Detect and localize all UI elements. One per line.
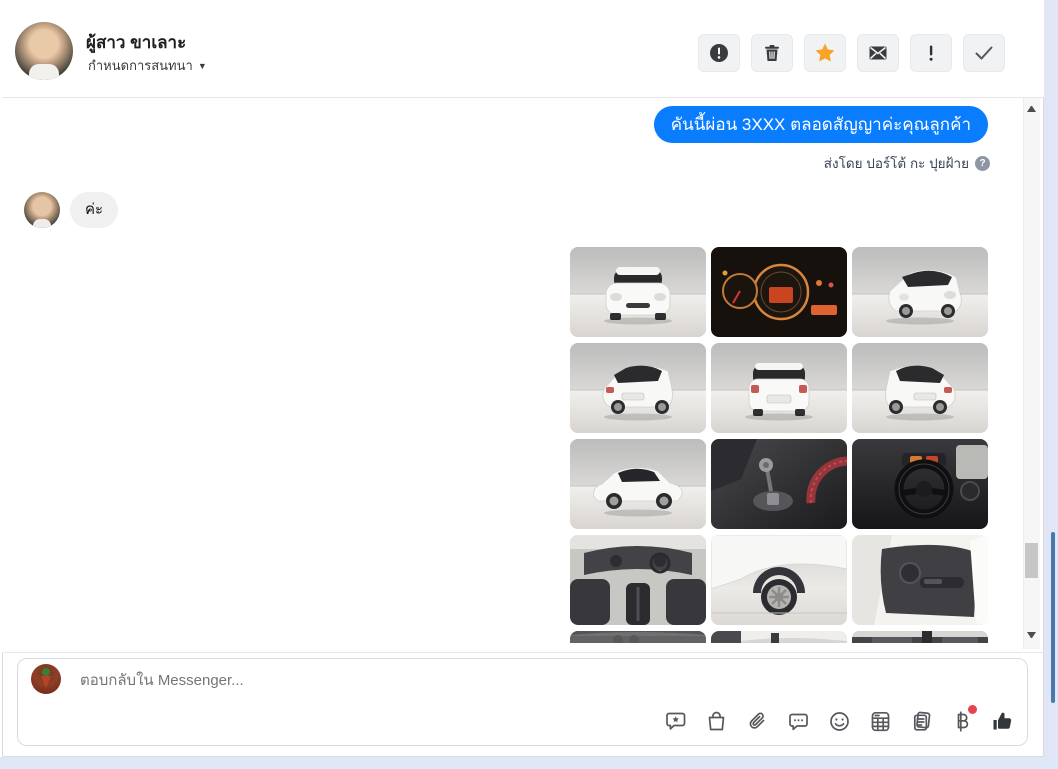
- conversation-menu[interactable]: กำหนดการสนทนา ▼: [88, 55, 207, 76]
- photo-tile-dashboard[interactable]: [711, 247, 847, 337]
- notification-dot: [968, 705, 977, 714]
- contact-avatar[interactable]: [15, 22, 73, 80]
- photo-attachment-grid: [570, 247, 990, 643]
- sent-by-text: ส่งโดย ปอร์โต้ กะ ปุยฝ้าย: [824, 152, 969, 174]
- shopping-bag-icon: [705, 710, 728, 733]
- photo-tile-strip-mid[interactable]: [852, 631, 988, 643]
- mark-done-button[interactable]: [963, 34, 1005, 72]
- paperclip-icon: [746, 710, 769, 733]
- photo-tile-car-rear-quarter-right[interactable]: [852, 343, 988, 433]
- photo-tile-gear-shift[interactable]: [711, 439, 847, 529]
- conversation-menu-label: กำหนดการสนทนา: [88, 58, 193, 73]
- comment-button[interactable]: [786, 709, 810, 733]
- photo-tile-car-rear-quarter-left[interactable]: [570, 343, 706, 433]
- photo-tile-car-side[interactable]: [570, 439, 706, 529]
- calculator-icon: [869, 710, 892, 733]
- contact-avatar-small[interactable]: [24, 192, 60, 228]
- payment-button[interactable]: [950, 709, 974, 733]
- photo-tile-cockpit[interactable]: [852, 439, 988, 529]
- chevron-down-icon: ▼: [198, 61, 207, 71]
- emoji-button[interactable]: [827, 709, 851, 733]
- templates-button[interactable]: [909, 709, 933, 733]
- reply-input[interactable]: [78, 659, 678, 701]
- mark-unread-button[interactable]: [857, 34, 899, 72]
- incoming-message-row: ค่ะ: [24, 192, 118, 228]
- shop-button[interactable]: [704, 709, 728, 733]
- photo-tile-strip-dark[interactable]: [570, 631, 706, 643]
- contact-name: ผู้สาว ขาเลาะ: [86, 29, 186, 56]
- envelope-icon: [867, 42, 889, 64]
- star-icon: [813, 41, 837, 65]
- exclamation-icon: [920, 42, 942, 64]
- page-scrollbar-thumb[interactable]: [1051, 532, 1055, 703]
- reply-composer[interactable]: [17, 658, 1028, 746]
- page-background-bottom: [0, 757, 1058, 769]
- messenger-inbox-window: ผู้สาว ขาเลาะ กำหนดการสนทนา ▼: [0, 0, 1058, 769]
- outgoing-message-bubble[interactable]: คันนี้ผ่อน 3XXX ตลอดสัญญาค่ะคุณลูกค้า: [654, 106, 988, 143]
- mark-important-button[interactable]: [910, 34, 952, 72]
- conversation-header: ผู้สาว ขาเลาะ กำหนดการสนทนา ▼: [2, 2, 1044, 97]
- thumbs-up-icon: [991, 708, 1015, 735]
- comment-dots-icon: [787, 710, 810, 733]
- photo-tile-car-rear[interactable]: [711, 343, 847, 433]
- photo-tile-door-panel[interactable]: [852, 535, 988, 625]
- keypad-button[interactable]: [868, 709, 892, 733]
- photo-tile-cabin[interactable]: [570, 535, 706, 625]
- comment-star-icon: [664, 710, 687, 733]
- photo-tile-strip-light[interactable]: [711, 631, 847, 643]
- report-button[interactable]: [698, 34, 740, 72]
- check-icon: [972, 41, 996, 65]
- help-icon[interactable]: ?: [975, 156, 990, 171]
- scroll-up-arrow-icon[interactable]: [1027, 106, 1036, 112]
- trash-icon: [761, 42, 783, 64]
- photo-tile-car-front[interactable]: [570, 247, 706, 337]
- follow-up-button[interactable]: [804, 34, 846, 72]
- alert-circle-icon: [708, 42, 730, 64]
- smiley-icon: [828, 710, 851, 733]
- photo-tile-car-front-quarter[interactable]: [852, 247, 988, 337]
- composer-divider: [2, 652, 1044, 653]
- photo-tile-wheel-closeup[interactable]: [711, 535, 847, 625]
- saved-replies-button[interactable]: [663, 709, 687, 733]
- page-avatar: [31, 664, 61, 694]
- header-actions: [698, 34, 1005, 72]
- chat-scroll-area[interactable]: คันนี้ผ่อน 3XXX ตลอดสัญญาค่ะคุณลูกค้า ส่…: [2, 98, 1024, 652]
- like-button[interactable]: [991, 709, 1015, 733]
- chat-scrollbar-thumb[interactable]: [1025, 543, 1038, 578]
- composer-toolbar: [663, 709, 1015, 733]
- scroll-down-arrow-icon[interactable]: [1027, 632, 1036, 638]
- sent-by-attribution: ส่งโดย ปอร์โต้ กะ ปุยฝ้าย ?: [824, 152, 990, 174]
- delete-button[interactable]: [751, 34, 793, 72]
- incoming-message-bubble[interactable]: ค่ะ: [70, 192, 118, 228]
- attach-button[interactable]: [745, 709, 769, 733]
- documents-icon: [910, 710, 933, 733]
